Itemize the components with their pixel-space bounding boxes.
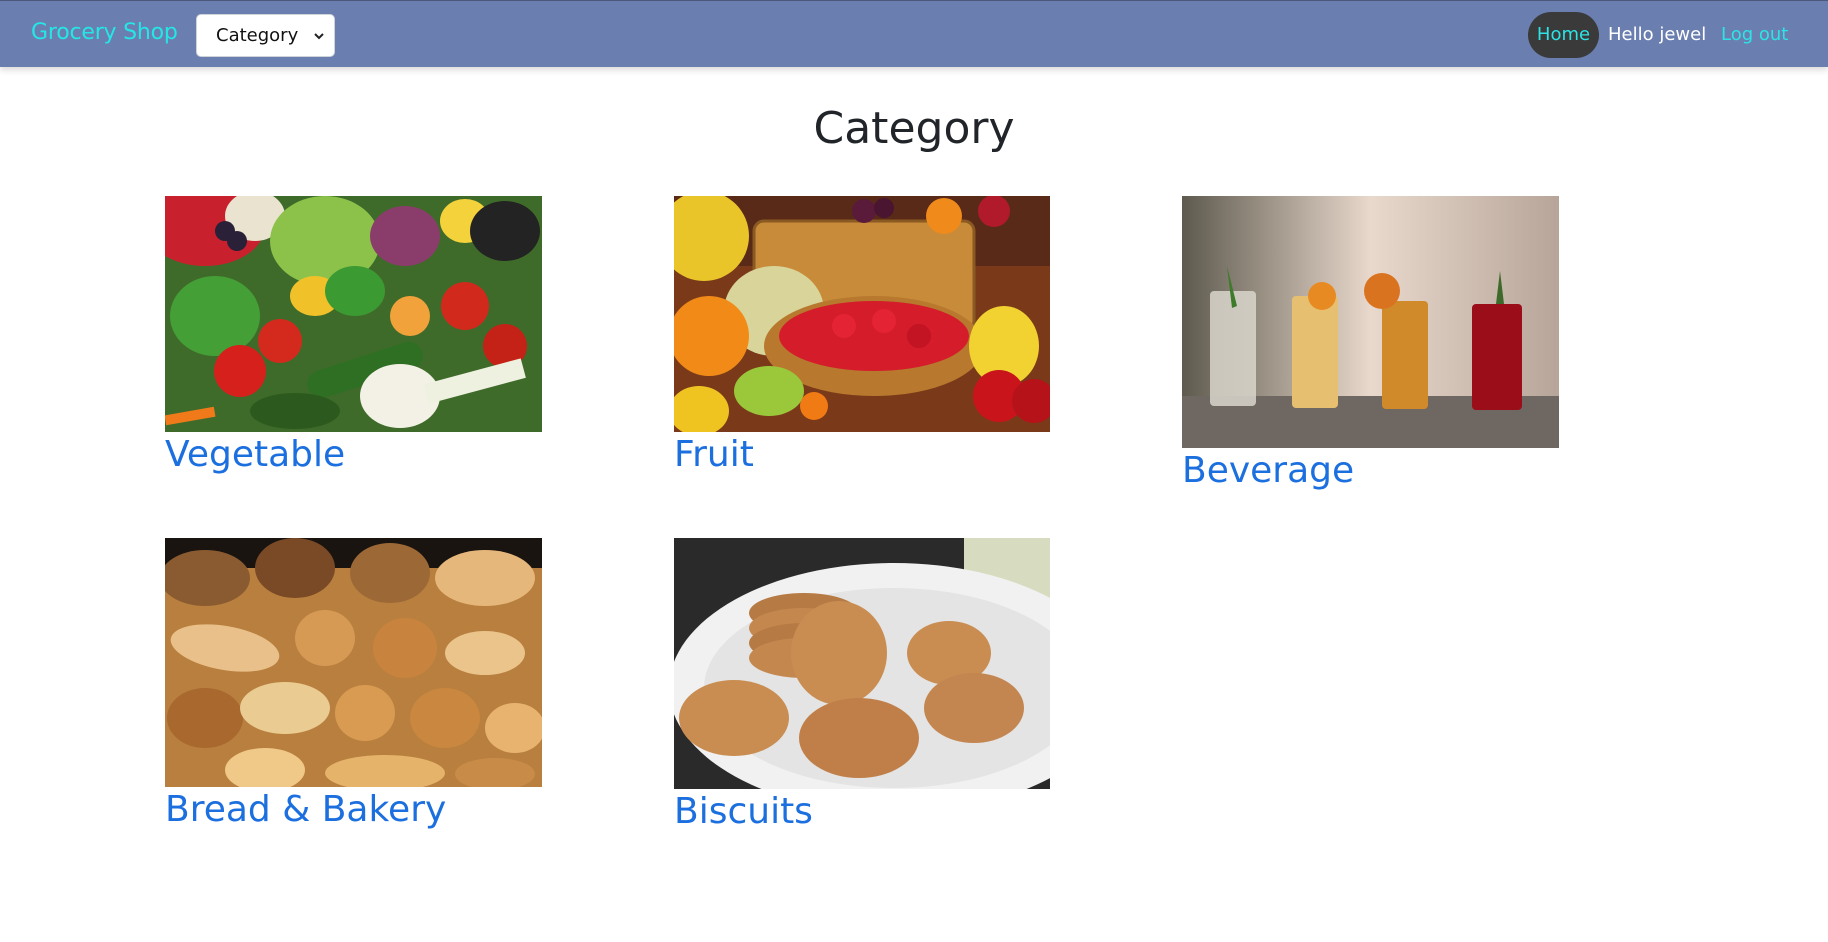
logout-link[interactable]: Log out <box>1721 24 1788 45</box>
user-greeting: Hello jewel <box>1608 24 1707 45</box>
category-card-fruit: Fruit <box>674 196 1050 475</box>
category-card-bread-bakery: Bread & Bakery <box>165 538 542 830</box>
fruit-image-link[interactable] <box>674 196 1050 432</box>
beverage-glasses-photo <box>1182 196 1559 448</box>
biscuits-image-link[interactable] <box>674 538 1050 789</box>
category-select-value: Category <box>216 25 299 46</box>
category-link-vegetable[interactable]: Vegetable <box>165 434 542 475</box>
category-link-biscuits[interactable]: Biscuits <box>674 791 1050 832</box>
biscuits-plate-photo <box>674 538 1050 789</box>
vegetable-image-link[interactable] <box>165 196 542 432</box>
category-card-beverage: Beverage <box>1182 196 1559 491</box>
bread-image-link[interactable] <box>165 538 542 787</box>
vegetables-photo <box>165 196 542 432</box>
category-link-bread-bakery[interactable]: Bread & Bakery <box>165 789 542 830</box>
nav-home-link[interactable]: Home <box>1528 12 1599 58</box>
bread-assortment-photo <box>165 538 542 787</box>
category-select[interactable]: Category <box>196 14 335 57</box>
page-title: Category <box>813 103 1015 154</box>
category-link-beverage[interactable]: Beverage <box>1182 450 1559 491</box>
brand-link[interactable]: Grocery Shop <box>31 20 178 45</box>
category-card-vegetable: Vegetable <box>165 196 542 475</box>
category-link-fruit[interactable]: Fruit <box>674 434 1050 475</box>
beverage-image-link[interactable] <box>1182 196 1559 448</box>
category-card-biscuits: Biscuits <box>674 538 1050 832</box>
top-navbar: Grocery Shop Category Home Hello jewel L… <box>0 0 1828 67</box>
chevron-down-icon <box>314 33 324 40</box>
fruit-basket-photo <box>674 196 1050 432</box>
